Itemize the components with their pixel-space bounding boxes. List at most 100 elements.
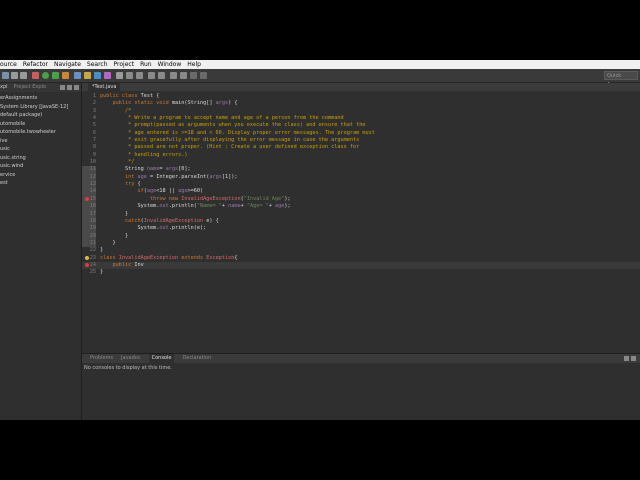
search-icon[interactable] [116, 72, 123, 79]
view-menu-icon[interactable] [631, 356, 636, 361]
code-line[interactable]: 15 throw new InvalidAgeException("Invali… [82, 195, 640, 204]
tree-item[interactable]: usic.wind [0, 162, 81, 171]
code-text: */ [100, 159, 135, 166]
next-annotation-icon[interactable] [148, 72, 155, 79]
code-line[interactable]: 1 public class Test { [82, 93, 640, 100]
tab-problems[interactable]: Problems [90, 354, 113, 363]
tab-javadoc[interactable]: Javadoc [121, 354, 141, 363]
tab-console[interactable]: Console [148, 354, 175, 363]
tree-item[interactable]: ervice [0, 171, 81, 180]
line-number: 5 [92, 122, 96, 129]
code-line[interactable]: 10 */ [82, 159, 640, 166]
line-number: 3 [92, 107, 96, 114]
code-line[interactable]: 21 } [82, 239, 640, 248]
code-line[interactable]: 2 public static void main(String[] args)… [82, 100, 640, 107]
new-package-icon[interactable] [84, 72, 91, 79]
code-line[interactable]: 5 * prompt(passed as arguments when you … [82, 122, 640, 129]
code-line[interactable]: 17 } [82, 210, 640, 218]
code-text: class InvalidAgeException extends Except… [100, 254, 238, 261]
console-controls [624, 356, 636, 361]
toggle-mark-icon[interactable] [136, 72, 143, 79]
link-editor-icon[interactable] [67, 85, 72, 90]
view-menu-icon[interactable] [74, 85, 79, 90]
code-line[interactable]: 3 /* [82, 108, 640, 115]
bottom-panel: Problems Javadoc Console Declaration No … [82, 353, 640, 420]
menu-help[interactable]: Help [187, 60, 201, 69]
code-text: /* [100, 107, 132, 114]
bottom-tabs: Problems Javadoc Console Declaration [82, 354, 640, 363]
code-line[interactable]: 14 if(age<18 || age>=60) [82, 188, 640, 196]
display-console-icon[interactable] [624, 356, 629, 361]
save-all-icon[interactable] [20, 72, 27, 79]
code-line[interactable]: 18 catch(InvalidAgeException e) { [82, 217, 640, 226]
tree-item[interactable]: ive [0, 137, 81, 146]
code-line[interactable]: 24 public Inv [82, 261, 640, 270]
code-line[interactable]: 7 * exit gracefully after displaying the… [82, 137, 640, 144]
code-line[interactable]: 8 * passed are not proper. (Hint : Creat… [82, 144, 640, 151]
last-edit-icon[interactable] [170, 72, 177, 79]
line-number: 20 [82, 232, 96, 240]
code-line[interactable]: 20 } [82, 232, 640, 240]
code-line[interactable]: 23 class InvalidAgeException extends Exce… [82, 255, 640, 262]
menu-source[interactable]: ource [0, 60, 17, 69]
code-line[interactable]: 22} [82, 247, 640, 254]
prev-annotation-icon[interactable] [158, 72, 165, 79]
collapse-all-icon[interactable] [60, 85, 65, 90]
code-text: public Inv [112, 261, 144, 268]
code-line[interactable]: 9 * handling errors.) [82, 152, 640, 159]
new-class-icon[interactable] [94, 72, 101, 79]
menu-window[interactable]: Window [158, 60, 182, 69]
code-text: public class Test { [100, 93, 160, 99]
code-area[interactable]: 1 public class Test {2 public static void… [82, 93, 640, 277]
open-type-icon[interactable] [104, 72, 111, 79]
code-line[interactable]: 4 * Write a program to accept name and a… [82, 115, 640, 122]
code-text: int age = Integer.parseInt(args[1]); [125, 173, 238, 180]
line-number: 25 [89, 269, 96, 276]
code-line[interactable]: 13 try { [82, 181, 640, 189]
tree-item[interactable]: System Library [JavaSE-12] [0, 103, 81, 112]
tree-item[interactable]: utomobile.twowheeler [0, 128, 81, 137]
code-text: catch(InvalidAgeException e) { [125, 217, 219, 224]
tab-test-java[interactable]: *Test.java [88, 83, 121, 91]
tree-item[interactable]: est [0, 179, 81, 188]
quick-access-field[interactable]: Quick Access [604, 71, 638, 88]
tree-item[interactable]: usic.string [0, 154, 81, 163]
tab-declaration[interactable]: Declaration [182, 354, 211, 363]
code-line[interactable]: 11 String name= args[0]; [82, 166, 640, 174]
left-panel-tabs: xpl Project Explo [0, 83, 81, 92]
menu-project[interactable]: Project [114, 60, 135, 69]
save-icon[interactable] [11, 72, 18, 79]
line-number: 6 [92, 129, 96, 136]
code-line[interactable]: 16 System.out.println("Name= "+ name+ "A… [82, 203, 640, 211]
run-icon[interactable] [42, 72, 49, 79]
line-number: 21 [82, 239, 96, 248]
code-line[interactable]: 25} [82, 269, 640, 276]
menu-navigate[interactable]: Navigate [54, 60, 81, 69]
tree-item[interactable]: erAssignments [0, 94, 81, 103]
menu-refactor[interactable]: Refactor [23, 60, 48, 69]
annotation-icon[interactable] [126, 72, 133, 79]
debug-icon[interactable] [32, 72, 39, 79]
tab-explorer[interactable]: xpl [0, 83, 8, 92]
tab-project-explorer[interactable]: Project Explo [14, 83, 46, 92]
external-tools-icon[interactable] [62, 72, 69, 79]
code-line[interactable]: 6 * age entered is >=18 and < 60. Displa… [82, 130, 640, 137]
code-text: public static void main(String[] args) { [112, 100, 238, 107]
tree-item[interactable]: utomobile [0, 120, 81, 129]
code-line[interactable]: 19 System.out.println(e); [82, 225, 640, 233]
new-icon[interactable] [2, 72, 9, 79]
line-number: 11 [82, 166, 96, 174]
line-number: 10 [89, 159, 96, 166]
back-icon[interactable] [180, 72, 187, 79]
tree-item[interactable]: default package) [0, 111, 81, 120]
forward-icon[interactable] [190, 72, 197, 79]
menu-search[interactable]: Search [87, 60, 108, 69]
line-number: 13 [82, 181, 96, 189]
coverage-icon[interactable] [52, 72, 59, 79]
new-java-project-icon[interactable] [74, 72, 81, 79]
menu-run[interactable]: Run [140, 60, 152, 69]
code-text: * prompt(passed as arguments when you ex… [100, 122, 366, 129]
code-line[interactable]: 12 int age = Integer.parseInt(args[1]); [82, 173, 640, 182]
pin-icon[interactable] [200, 72, 207, 79]
tree-item[interactable]: usic [0, 145, 81, 154]
